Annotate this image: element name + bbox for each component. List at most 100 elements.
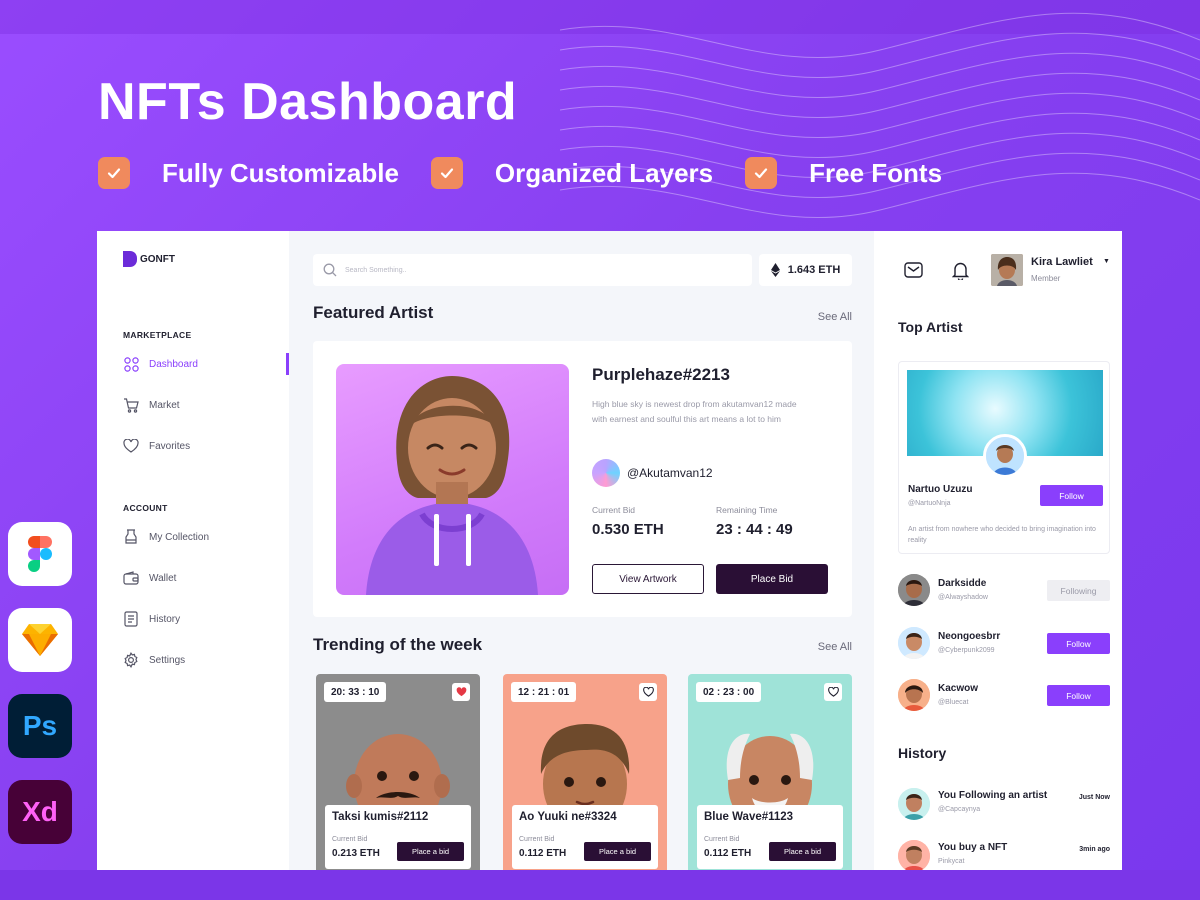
user-role: Member bbox=[1031, 274, 1061, 283]
avatar[interactable] bbox=[991, 254, 1023, 286]
figma-icon bbox=[8, 522, 72, 586]
sidebar-item-label: Dashboard bbox=[149, 358, 198, 370]
artist-handle[interactable]: @Akutamvan12 bbox=[627, 466, 713, 480]
trending-card[interactable]: 20: 33 : 10 Taksi kumis#2112 Current Bid… bbox=[316, 674, 480, 870]
avatar[interactable] bbox=[898, 679, 930, 711]
eth-balance-value: 1.643 ETH bbox=[787, 264, 841, 276]
follow-button[interactable]: Follow bbox=[1040, 485, 1103, 506]
place-bid-button[interactable]: Place Bid bbox=[716, 564, 828, 594]
logo-icon bbox=[123, 251, 137, 267]
sidebar-item-settings[interactable]: Settings bbox=[123, 649, 289, 671]
remaining-time-label: Remaining Time bbox=[716, 505, 778, 515]
feature-label: Fully Customizable bbox=[162, 157, 399, 188]
current-bid-label: Current Bid bbox=[332, 836, 368, 843]
heart-icon bbox=[642, 687, 654, 697]
bottom-band bbox=[0, 870, 1200, 900]
follow-button[interactable]: Follow bbox=[1047, 685, 1110, 706]
sidebar: GONFT MARKETPLACE Dashboard Market Favor… bbox=[97, 231, 289, 870]
artist-avatar[interactable] bbox=[592, 459, 620, 487]
feature-item: Organized Layers bbox=[430, 157, 714, 189]
sidebar-item-label: History bbox=[149, 613, 181, 625]
featured-title: Featured Artist bbox=[313, 303, 434, 322]
dashboard-window: GONFT MARKETPLACE Dashboard Market Favor… bbox=[97, 231, 1122, 870]
artist-row: Kacwow @Bluecat Follow bbox=[898, 675, 1110, 715]
heart-icon bbox=[827, 687, 839, 697]
artist-handle: @Bluecat bbox=[938, 699, 969, 706]
collection-icon bbox=[123, 529, 139, 545]
nft-name: Taksi kumis#2112 bbox=[332, 811, 429, 823]
avatar[interactable] bbox=[898, 627, 930, 659]
follow-button[interactable]: Follow bbox=[1047, 633, 1110, 654]
trending-info: Taksi kumis#2112 Current Bid 0.213 ETH P… bbox=[325, 805, 471, 869]
place-a-bid-button[interactable]: Place a bid bbox=[584, 842, 651, 861]
history-time: Just Now bbox=[1078, 794, 1110, 801]
feature-item: Fully Customizable bbox=[98, 157, 399, 189]
user-name[interactable]: Kira Lawliet bbox=[1031, 256, 1093, 268]
like-button[interactable] bbox=[452, 683, 470, 701]
artist-row: Darksidde @Alwayshadow Following bbox=[898, 570, 1110, 610]
sidebar-item-label: My Collection bbox=[149, 531, 210, 543]
history-title: History bbox=[898, 745, 947, 761]
featured-artwork[interactable] bbox=[336, 364, 569, 595]
wallet-icon bbox=[123, 570, 139, 586]
view-artwork-button[interactable]: View Artwork bbox=[592, 564, 704, 594]
avatar[interactable] bbox=[898, 574, 930, 606]
logo[interactable]: GONFT bbox=[123, 251, 175, 267]
history-title-text: You Following an artist bbox=[938, 790, 1048, 801]
history-item[interactable]: You buy a NFT Pinkycat 3min ago bbox=[898, 838, 1110, 870]
sidebar-item-favorites[interactable]: Favorites bbox=[123, 435, 289, 457]
trending-info: Blue Wave#1123 Current Bid 0.112 ETH Pla… bbox=[697, 805, 843, 869]
like-button[interactable] bbox=[824, 683, 842, 701]
top-artist-handle: @NartuoNnja bbox=[908, 500, 951, 507]
top-artist-card: Nartuo Uzuzu @NartuoNnja Follow An artis… bbox=[898, 361, 1110, 554]
logo-text: GONFT bbox=[140, 253, 175, 265]
artist-name[interactable]: Kacwow bbox=[938, 683, 978, 694]
nft-name: Blue Wave#1123 bbox=[704, 811, 794, 823]
photoshop-icon: Ps bbox=[8, 694, 72, 758]
trending-title: Trending of the week bbox=[313, 635, 483, 654]
feature-label: Organized Layers bbox=[494, 157, 714, 188]
marketplace-label: MARKETPLACE bbox=[123, 330, 192, 340]
top-artist-avatar[interactable] bbox=[983, 434, 1027, 478]
sidebar-item-history[interactable]: History bbox=[123, 608, 289, 630]
top-artist-name[interactable]: Nartuo Uzuzu bbox=[908, 484, 972, 495]
sidebar-item-market[interactable]: Market bbox=[123, 394, 289, 416]
trending-info: Ao Yuuki ne#3324 Current Bid 0.112 ETH P… bbox=[512, 805, 658, 869]
sidebar-item-label: Wallet bbox=[149, 572, 177, 584]
cart-icon bbox=[123, 397, 139, 413]
avatar bbox=[898, 840, 930, 870]
history-subtitle: Pinkycat bbox=[938, 858, 965, 865]
chevron-down-icon[interactable]: ▼ bbox=[1103, 258, 1110, 265]
trending-card[interactable]: 02 : 23 : 00 Blue Wave#1123 Current Bid … bbox=[688, 674, 852, 870]
mail-icon[interactable] bbox=[902, 259, 924, 281]
trending-card[interactable]: 12 : 21 : 01 Ao Yuuki ne#3324 Current Bi… bbox=[503, 674, 667, 870]
featured-description: High blue sky is newest drop from akutam… bbox=[592, 399, 797, 424]
trending-see-all-link[interactable]: See All bbox=[818, 641, 852, 653]
search-input[interactable]: Search Something.. bbox=[313, 254, 752, 286]
following-button[interactable]: Following bbox=[1047, 580, 1110, 601]
artist-name[interactable]: Darksidde bbox=[938, 578, 986, 589]
avatar bbox=[898, 788, 930, 820]
history-item[interactable]: You Following an artist @Capcaynya Just … bbox=[898, 786, 1110, 822]
right-panel: Kira Lawliet Member ▼ Top Artist Nartuo … bbox=[874, 231, 1122, 870]
nft-price: 0.112 ETH bbox=[704, 848, 752, 859]
sidebar-item-dashboard[interactable]: Dashboard bbox=[123, 353, 289, 375]
current-bid-value: 0.530 ETH bbox=[592, 521, 664, 538]
nft-price: 0.112 ETH bbox=[519, 848, 567, 859]
like-button[interactable] bbox=[639, 683, 657, 701]
artist-name[interactable]: Neongoesbrr bbox=[938, 631, 1000, 642]
hero-title: NFTs Dashboard bbox=[98, 73, 518, 131]
current-bid-label: Current Bid bbox=[519, 836, 555, 843]
place-a-bid-button[interactable]: Place a bid bbox=[397, 842, 464, 861]
place-a-bid-button[interactable]: Place a bid bbox=[769, 842, 836, 861]
eth-balance[interactable]: 1.643 ETH bbox=[759, 254, 852, 286]
countdown-timer: 12 : 21 : 01 bbox=[511, 682, 577, 702]
current-bid-label: Current Bid bbox=[704, 836, 740, 843]
bell-icon[interactable] bbox=[949, 259, 971, 281]
sidebar-item-wallet[interactable]: Wallet bbox=[123, 567, 289, 589]
search-icon bbox=[323, 263, 337, 277]
featured-see-all-link[interactable]: See All bbox=[818, 311, 852, 323]
wave-pattern bbox=[560, 12, 1200, 218]
tool-icons: Ps Xd bbox=[8, 522, 72, 866]
sidebar-item-my-collection[interactable]: My Collection bbox=[123, 526, 289, 548]
